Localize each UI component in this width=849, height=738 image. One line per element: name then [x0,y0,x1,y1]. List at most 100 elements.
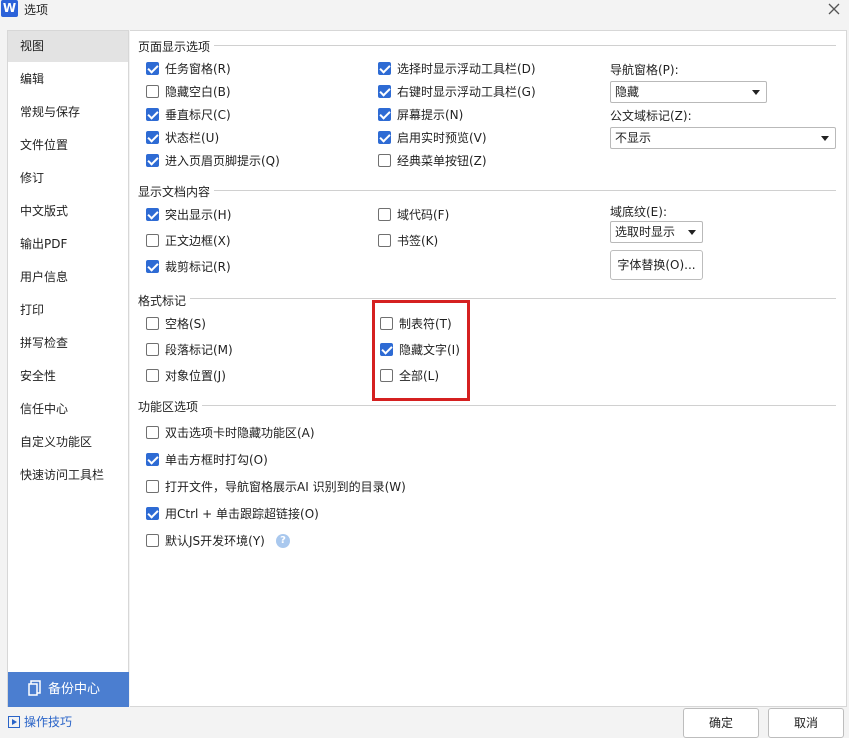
tips-label: 操作技巧 [24,715,73,729]
sidebar-item-revision[interactable]: 修订 [8,163,128,194]
sidebar-item-export-pdf[interactable]: 输出PDF [8,229,128,260]
checkbox-vertical-ruler[interactable]: 垂直标尺(C) [146,106,231,124]
checkbox-box [146,131,159,144]
font-substitution-button[interactable]: 字体替换(O)... [610,250,703,280]
cancel-button[interactable]: 取消 [768,708,844,738]
field-mark-select[interactable]: 不显示 [610,127,836,149]
checkbox-box [380,369,393,382]
checkbox-label: 进入页眉页脚提示(Q) [165,154,280,168]
checkbox-label: 段落标记(M) [165,343,233,357]
sidebar-item-edit[interactable]: 编辑 [8,64,128,95]
section-doc-content: 显示文档内容 [138,185,211,199]
checkbox-label: 裁剪标记(R) [165,260,231,274]
checkbox-task-pane[interactable]: 任务窗格(R) [146,60,231,78]
checkbox-label: 制表符(T) [399,317,452,331]
sidebar-item-print[interactable]: 打印 [8,295,128,326]
select-value: 隐藏 [615,85,640,99]
checkbox-box [378,234,391,247]
chevron-down-icon [688,230,696,235]
ok-button[interactable]: 确定 [683,708,759,738]
backup-center-label: 备份中心 [48,682,101,697]
field-shading-label: 域底纹(E): [610,205,667,219]
sidebar-item-security[interactable]: 安全性 [8,361,128,392]
checkbox-all-marks[interactable]: 全部(L) [380,367,439,385]
divider [202,405,836,406]
checkbox-ai-toc-nav[interactable]: 打开文件，导航窗格展示AI 识别到的目录(W) [146,478,406,496]
checkbox-box [380,343,393,356]
select-value: 选取时显示 [615,225,676,239]
checkbox-box [378,131,391,144]
tips-link[interactable]: 操作技巧 [8,713,72,730]
checkbox-label: 域代码(F) [397,208,450,222]
sidebar-item-spell-check[interactable]: 拼写检查 [8,328,128,359]
checkbox-label: 状态栏(U) [165,131,220,145]
section-ribbon: 功能区选项 [138,400,199,414]
checkbox-float-toolbar-select[interactable]: 选择时显示浮动工具栏(D) [378,60,536,78]
sidebar-item-general-save[interactable]: 常规与保存 [8,97,128,128]
checkbox-hidden-text[interactable]: 隐藏文字(I) [380,341,460,359]
checkbox-label: 默认JS开发环境(Y) [165,534,265,548]
checkbox-spaces[interactable]: 空格(S) [146,315,206,333]
checkbox-box [146,85,159,98]
window-title: 选项 [24,3,49,17]
checkbox-tab-characters[interactable]: 制表符(T) [380,315,452,333]
checkbox-click-box-tick[interactable]: 单击方框时打勾(O) [146,451,268,469]
sidebar-item-customize-ribbon[interactable]: 自定义功能区 [8,427,128,458]
checkbox-hide-whitespace[interactable]: 隐藏空白(B) [146,83,231,101]
checkbox-label: 隐藏文字(I) [399,343,460,357]
checkbox-label: 全部(L) [399,369,440,383]
checkbox-dblclick-hide-ribbon[interactable]: 双击选项卡时隐藏功能区(A) [146,424,315,442]
checkbox-box [146,208,159,221]
close-icon [828,3,840,15]
checkbox-field-codes[interactable]: 域代码(F) [378,206,449,224]
sidebar-item-chinese-layout[interactable]: 中文版式 [8,196,128,227]
checkbox-header-footer-tip[interactable]: 进入页眉页脚提示(Q) [146,152,280,170]
checkbox-box [146,317,159,330]
divider [214,190,836,191]
checkbox-box [146,369,159,382]
checkbox-box [146,154,159,167]
checkbox-paragraph-marks[interactable]: 段落标记(M) [146,341,233,359]
section-page-display: 页面显示选项 [138,40,211,54]
checkbox-box [146,234,159,247]
checkbox-box [378,154,391,167]
checkbox-box [146,453,159,466]
backup-center-button[interactable]: 备份中心 [8,672,129,707]
checkbox-status-bar[interactable]: 状态栏(U) [146,129,219,147]
nav-pane-select[interactable]: 隐藏 [610,81,767,103]
checkbox-label: 隐藏空白(B) [165,85,231,99]
checkbox-classic-menu[interactable]: 经典菜单按钮(Z) [378,152,487,170]
checkbox-live-preview[interactable]: 启用实时预览(V) [378,129,487,147]
sidebar-item-view[interactable]: 视图 [8,31,128,62]
checkbox-bookmarks[interactable]: 书签(K) [378,232,438,250]
checkbox-box [146,480,159,493]
checkbox-text-boundaries[interactable]: 正文边框(X) [146,232,231,250]
checkbox-label: 垂直标尺(C) [165,108,231,122]
field-shading-select[interactable]: 选取时显示 [610,221,703,243]
checkbox-highlight[interactable]: 突出显示(H) [146,206,231,224]
checkbox-float-toolbar-rightclick[interactable]: 右键时显示浮动工具栏(G) [378,83,536,101]
checkbox-box [146,108,159,121]
checkbox-box [146,426,159,439]
sidebar-item-quick-access[interactable]: 快速访问工具栏 [8,460,128,491]
options-sidebar: 视图 编辑 常规与保存 文件位置 修订 中文版式 输出PDF 用户信息 打印 拼… [7,30,129,707]
section-format-marks: 格式标记 [138,294,187,308]
checkbox-box [146,507,159,520]
checkbox-ctrl-click-link[interactable]: 用Ctrl + 单击跟踪超链接(O) [146,505,319,523]
checkbox-crop-marks[interactable]: 裁剪标记(R) [146,258,231,276]
checkbox-screen-tips[interactable]: 屏幕提示(N) [378,106,463,124]
checkbox-object-anchors[interactable]: 对象位置(J) [146,367,226,385]
sidebar-item-trust-center[interactable]: 信任中心 [8,394,128,425]
checkbox-label: 经典菜单按钮(Z) [397,154,487,168]
sidebar-item-file-location[interactable]: 文件位置 [8,130,128,161]
checkbox-box [378,208,391,221]
checkbox-default-js-env[interactable]: 默认JS开发环境(Y) [146,532,265,550]
divider [214,45,836,46]
sidebar-item-user-info[interactable]: 用户信息 [8,262,128,293]
close-button[interactable] [825,0,843,18]
checkbox-label: 突出显示(H) [165,208,232,222]
help-icon[interactable]: ? [276,534,290,548]
title-bar: W 选项 [0,0,849,22]
checkbox-box [146,343,159,356]
checkbox-label: 选择时显示浮动工具栏(D) [397,62,536,76]
